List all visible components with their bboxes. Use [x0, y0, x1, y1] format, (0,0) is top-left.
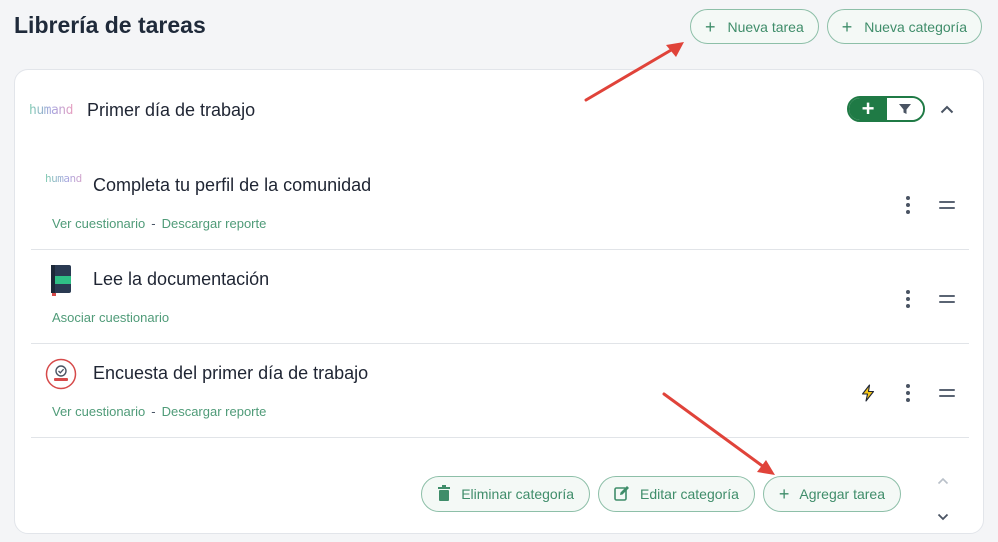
- task-title: Encuesta del primer día de trabajo: [93, 363, 369, 383]
- task-title: Lee la documentación: [93, 269, 270, 289]
- download-report-link[interactable]: Descargar reporte: [162, 216, 267, 231]
- plus-icon: +: [778, 484, 790, 504]
- more-options-icon[interactable]: [903, 384, 913, 402]
- book-icon: [45, 264, 77, 296]
- task-row[interactable]: Encuesta del primer día de trabajo Ver c…: [31, 344, 969, 438]
- category-title: Primer día de trabajo: [87, 99, 256, 120]
- link-separator: -: [151, 216, 156, 231]
- humand-logo: humand: [29, 102, 73, 118]
- task-title: Completa tu perfil de la comunidad: [93, 175, 372, 195]
- new-task-label: Nueva tarea: [727, 18, 804, 35]
- chevron-up-icon[interactable]: [939, 101, 955, 117]
- humand-logo-icon: humand: [45, 170, 82, 202]
- new-category-label: Nueva categoría: [864, 18, 967, 35]
- link-separator: -: [151, 404, 156, 419]
- category-controls: +: [847, 96, 955, 122]
- download-report-link[interactable]: Descargar reporte: [162, 404, 267, 419]
- associate-questionnaire-link[interactable]: Asociar cuestionario: [52, 310, 169, 325]
- task-links: Ver cuestionario - Descargar reporte: [52, 216, 266, 231]
- delete-category-button[interactable]: Eliminar categoría: [421, 476, 591, 512]
- trash-icon: [437, 484, 451, 504]
- reorder-arrows: [937, 472, 949, 526]
- plus-icon: +: [704, 16, 716, 37]
- view-questionnaire-link[interactable]: Ver cuestionario: [52, 216, 145, 231]
- task-actions: [903, 196, 955, 214]
- drag-handle-icon[interactable]: [939, 201, 955, 209]
- filter-icon[interactable]: [887, 98, 923, 120]
- task-links: Ver cuestionario - Descargar reporte: [52, 404, 266, 419]
- edit-category-label: Editar categoría: [640, 486, 739, 502]
- task-links: Asociar cuestionario: [52, 310, 169, 325]
- more-options-icon[interactable]: [903, 290, 913, 308]
- category-footer-actions: Eliminar categoría Editar categoría + Ag…: [421, 476, 901, 512]
- chevron-down-icon[interactable]: [937, 508, 949, 526]
- top-actions: + Nueva tarea + Nueva categoría: [689, 9, 982, 44]
- view-questionnaire-link[interactable]: Ver cuestionario: [52, 404, 145, 419]
- edit-icon: [614, 485, 630, 504]
- edit-category-button[interactable]: Editar categoría: [598, 476, 755, 512]
- add-task-label: Agregar tarea: [799, 486, 885, 502]
- new-task-button[interactable]: + Nueva tarea: [689, 9, 819, 44]
- task-actions: [859, 384, 955, 402]
- task-actions: [903, 290, 955, 308]
- category-header: humand Primer día de trabajo +: [29, 88, 969, 132]
- chevron-up-icon[interactable]: [937, 472, 949, 490]
- add-task-button[interactable]: + Agregar tarea: [762, 476, 901, 512]
- plus-icon: +: [841, 16, 853, 37]
- task-row[interactable]: Lee la documentación Asociar cuestionari…: [31, 250, 969, 344]
- add-filter-toggle[interactable]: +: [847, 96, 925, 122]
- drag-handle-icon[interactable]: [939, 295, 955, 303]
- category-card: humand Primer día de trabajo + humand Co…: [14, 69, 984, 534]
- lightning-icon[interactable]: [859, 384, 877, 402]
- page-title: Librería de tareas: [14, 12, 206, 38]
- calidad-badge-icon: [45, 358, 77, 390]
- delete-category-label: Eliminar categoría: [461, 486, 575, 502]
- task-row[interactable]: humand Completa tu perfil de la comunida…: [31, 156, 969, 250]
- add-icon[interactable]: +: [849, 98, 887, 120]
- drag-handle-icon[interactable]: [939, 389, 955, 397]
- new-category-button[interactable]: + Nueva categoría: [826, 9, 982, 44]
- more-options-icon[interactable]: [903, 196, 913, 214]
